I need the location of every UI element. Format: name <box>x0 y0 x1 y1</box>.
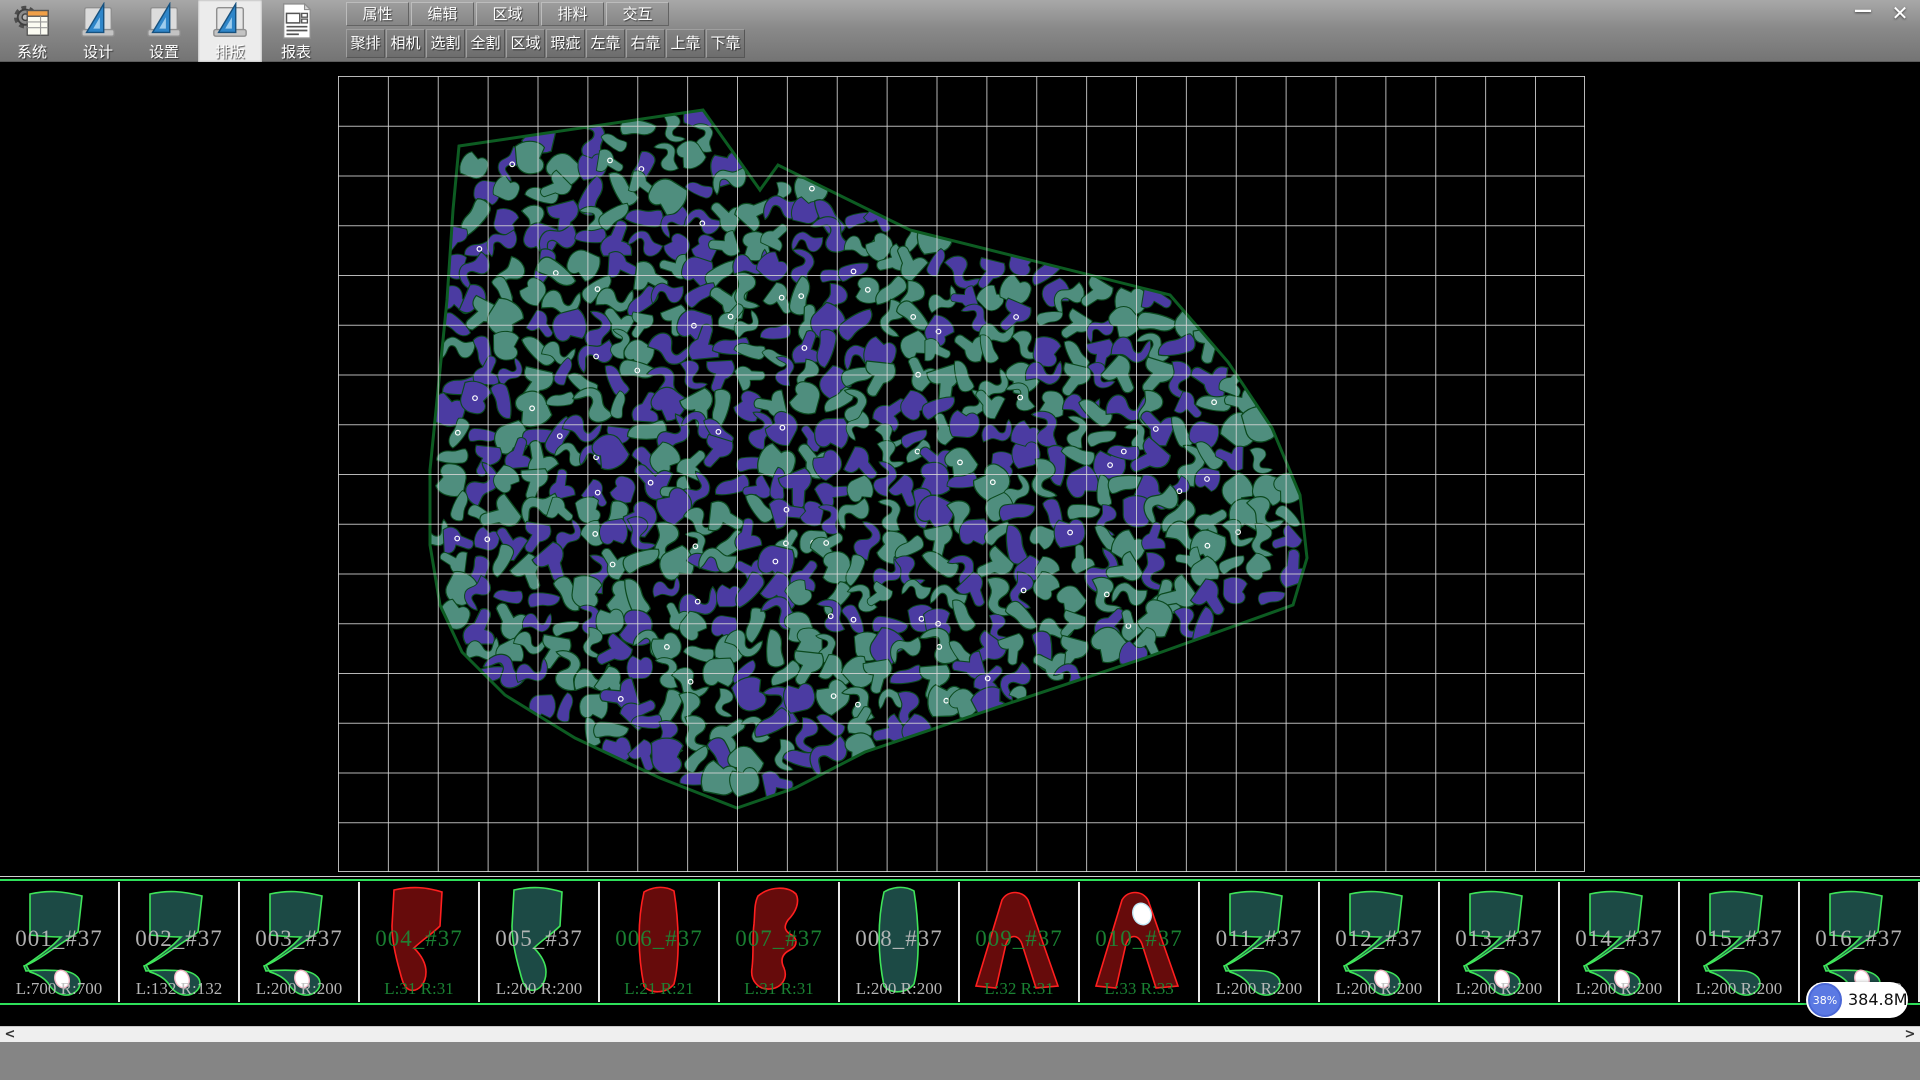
minimize-button[interactable]: — <box>1848 3 1878 23</box>
piece-thumbnail-005[interactable]: 005_#37 L:200 R:200 <box>480 882 600 1002</box>
tool-camera[interactable]: 相机 <box>386 29 425 58</box>
piece-shape-preview <box>1680 882 1800 1000</box>
piece-shape-preview <box>1320 882 1440 1000</box>
piece-shape-preview <box>1440 882 1560 1000</box>
window-controls: — ✕ <box>1848 3 1916 25</box>
strip-top-green-line <box>0 879 1920 881</box>
footer-bar <box>0 1042 1920 1080</box>
horizontal-scrollbar[interactable]: < > <box>0 1026 1920 1042</box>
memory-value: 384.8M <box>1848 982 1908 1018</box>
tool-select-cut[interactable]: 选割 <box>426 29 465 58</box>
menu-properties[interactable]: 属性 <box>346 2 409 26</box>
piece-shape-preview <box>960 882 1080 1000</box>
tool-align-top[interactable]: 上靠 <box>666 29 705 58</box>
tab-system[interactable]: 系统 <box>0 0 64 62</box>
strip-bottom-green-line <box>0 1003 1920 1005</box>
piece-thumbnail-006[interactable]: 006_#37 L:21 R:21 <box>600 882 720 1002</box>
menu-edit[interactable]: 编辑 <box>411 2 474 26</box>
piece-shape-preview <box>600 882 720 1000</box>
piece-shape-preview <box>480 882 600 1000</box>
piece-shape-preview <box>840 882 960 1000</box>
tab-settings-label: 设置 <box>149 41 179 62</box>
piece-thumbnail-008[interactable]: 008_#37 L:200 R:200 <box>840 882 960 1002</box>
piece-shape-preview <box>720 882 840 1000</box>
design-ruler-icon <box>77 2 119 40</box>
piece-thumbnail-012[interactable]: 012_#37 L:200 R:200 <box>1320 882 1440 1002</box>
piece-thumbnail-004[interactable]: 004_#37 L:31 R:31 <box>360 882 480 1002</box>
tab-nesting[interactable]: 排版 <box>198 0 262 62</box>
tab-settings[interactable]: 设置 <box>132 0 196 62</box>
titlebar: 系统 设计 设置 <box>0 0 1920 62</box>
tool-region[interactable]: 区域 <box>506 29 545 58</box>
piece-thumbnail-010[interactable]: 010_#37 L:33 R:33 <box>1080 882 1200 1002</box>
piece-shape-preview <box>240 882 360 1000</box>
piece-shape-preview <box>1200 882 1320 1000</box>
piece-thumbnail-013[interactable]: 013_#37 L:200 R:200 <box>1440 882 1560 1002</box>
nest-layout-svg <box>0 62 1920 880</box>
menu-interaction[interactable]: 交互 <box>606 2 669 26</box>
nesting-ruler-icon <box>209 2 251 40</box>
settings-ruler-icon <box>143 2 185 40</box>
tool-cut-all[interactable]: 全割 <box>466 29 505 58</box>
close-button[interactable]: ✕ <box>1884 3 1916 25</box>
tool-align-bottom[interactable]: 下靠 <box>706 29 745 58</box>
piece-thumbnail-001[interactable]: 001_#37 L:700 R:700 <box>0 882 120 1002</box>
tool-align-right[interactable]: 右靠 <box>626 29 665 58</box>
main-toolbar: 系统 设计 设置 <box>0 0 330 62</box>
piece-shape-preview <box>120 882 240 1000</box>
piece-thumbnail-011[interactable]: 011_#37 L:200 R:200 <box>1200 882 1320 1002</box>
tool-cluster-nest[interactable]: 聚排 <box>346 29 385 58</box>
tab-system-label: 系统 <box>17 41 47 62</box>
tab-design[interactable]: 设计 <box>66 0 130 62</box>
piece-thumbnail-014[interactable]: 014_#37 L:200 R:200 <box>1560 882 1680 1002</box>
piece-thumbnail-strip: 001_#37 L:700 R:700 002_#37 L:132 R:132 … <box>0 882 1920 1002</box>
piece-shape-preview <box>0 882 120 1000</box>
tab-report[interactable]: 报表 <box>264 0 328 62</box>
tool-defect[interactable]: 瑕疵 <box>546 29 585 58</box>
piece-thumbnail-002[interactable]: 002_#37 L:132 R:132 <box>120 882 240 1002</box>
menu-region[interactable]: 区域 <box>476 2 539 26</box>
nesting-canvas[interactable] <box>0 62 1920 880</box>
tool-row: 聚排 相机 选割 全割 区域 瑕疵 左靠 右靠 上靠 下靠 <box>346 29 745 58</box>
tab-nesting-label: 排版 <box>215 41 245 62</box>
menu-nesting[interactable]: 排料 <box>541 2 604 26</box>
menubar: 属性 编辑 区域 排料 交互 <box>346 2 669 26</box>
piece-shape-preview <box>1080 882 1200 1000</box>
report-doc-icon <box>275 2 317 40</box>
scroll-left-arrow-icon[interactable]: < <box>2 1027 18 1043</box>
system-gear-icon <box>11 2 53 40</box>
progress-circle: 38% <box>1808 983 1842 1017</box>
tab-design-label: 设计 <box>83 41 113 62</box>
piece-thumbnail-015[interactable]: 015_#37 L:200 R:200 <box>1680 882 1800 1002</box>
piece-thumbnail-009[interactable]: 009_#37 L:32 R:31 <box>960 882 1080 1002</box>
tab-report-label: 报表 <box>281 41 311 62</box>
piece-thumbnail-007[interactable]: 007_#37 L:31 R:31 <box>720 882 840 1002</box>
scroll-right-arrow-icon[interactable]: > <box>1902 1027 1918 1043</box>
piece-thumbnail-003[interactable]: 003_#37 L:200 R:200 <box>240 882 360 1002</box>
memory-usage-badge: 38% 384.8M <box>1806 982 1908 1018</box>
tool-align-left[interactable]: 左靠 <box>586 29 625 58</box>
piece-shape-preview <box>360 882 480 1000</box>
separator-line <box>0 876 1920 877</box>
piece-shape-preview <box>1560 882 1680 1000</box>
